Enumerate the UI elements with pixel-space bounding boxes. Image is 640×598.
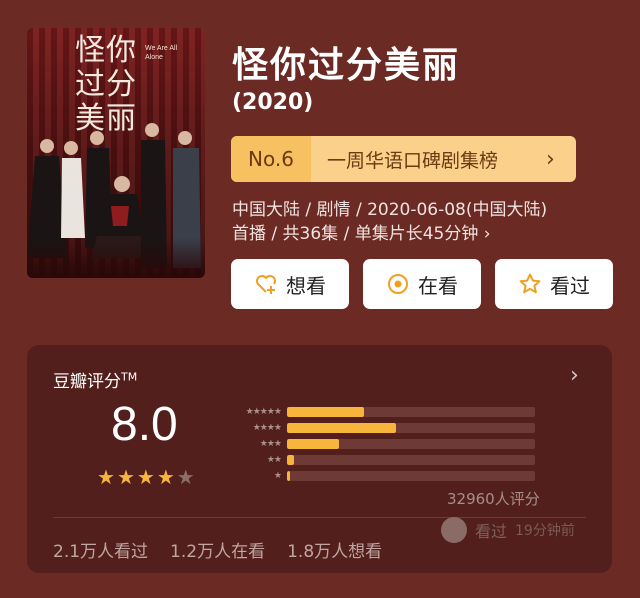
rating-bar-fill [287, 455, 295, 465]
rating-label: 豆瓣评分TM [53, 367, 137, 392]
show-meta[interactable]: 中国大陆 / 剧情 / 2020-06-08(中国大陆) 首播 / 共36集 /… [232, 198, 612, 246]
want-count[interactable]: 1.8万人想看 [287, 537, 382, 562]
target-icon [388, 274, 408, 294]
watching-label: 在看 [418, 273, 458, 298]
rating-bar-stars: ★★ [266, 455, 282, 465]
show-year: (2020) [232, 90, 314, 115]
ranking-badge[interactable]: No.6 一周华语口碑剧集榜 › [231, 136, 576, 182]
action-buttons: 想看 在看 看过 [231, 259, 613, 309]
want-to-watch-label: 想看 [286, 273, 326, 298]
rating-bar-stars: ★ [273, 471, 282, 481]
poster-image[interactable]: 怪你过分美丽 We Are All Alone [27, 28, 205, 278]
poster-subtitle: We Are All Alone [145, 45, 178, 61]
watched-button[interactable]: 看过 [495, 259, 613, 309]
ranking-number: No.6 [231, 136, 311, 182]
rating-bar-fill [287, 439, 340, 449]
rating-bar-stars: ★★★★ [252, 423, 282, 433]
rating-stars: ★ ★ ★ ★ ★ [97, 467, 195, 487]
rating-bar-row: ★★ [223, 452, 535, 468]
star-outline-icon [519, 273, 541, 294]
want-to-watch-button[interactable]: 想看 [231, 259, 349, 309]
show-title: 怪你过分美丽 [232, 45, 461, 86]
star-filled-icon: ★ [97, 465, 115, 489]
watched-label: 看过 [550, 273, 590, 298]
rating-bar-stars: ★★★★★ [245, 407, 282, 417]
ranking-list-name: 一周华语口碑剧集榜 [327, 149, 499, 172]
chevron-right-icon: › [546, 146, 555, 172]
recent-time: 19分钟前 [515, 523, 575, 539]
rating-bar-row: ★★★★ [223, 420, 535, 436]
rating-bar-stars: ★★★ [259, 439, 282, 449]
avatar [441, 517, 467, 543]
chevron-right-icon[interactable]: › [570, 363, 579, 388]
rating-bar-track [287, 407, 535, 417]
meta-line-1: 中国大陆 / 剧情 / 2020-06-08(中国大陆) [232, 200, 548, 220]
audience-stats: 2.1万人看过 1.2万人在看 1.8万人想看 [53, 537, 382, 562]
star-filled-icon: ★ [156, 465, 175, 489]
rating-bar-track [287, 455, 535, 465]
heart-plus-icon [256, 275, 276, 294]
rating-score: 8.0 [111, 398, 178, 451]
watched-count[interactable]: 2.1万人看过 [53, 537, 148, 562]
rating-bar-fill [287, 407, 364, 417]
rating-label-text: 豆瓣评分 [53, 372, 121, 392]
rating-bar-row: ★★★★★ [223, 404, 535, 420]
recent-action: 看过 [475, 522, 508, 541]
rating-bar-track [287, 439, 535, 449]
star-filled-icon: ★ [116, 465, 135, 489]
rating-bar-fill [287, 423, 397, 433]
star-filled-icon: ★ [136, 465, 155, 489]
rating-bar-row: ★★★ [223, 436, 535, 452]
rating-bar-row: ★ [223, 468, 535, 484]
watching-button[interactable]: 在看 [363, 259, 481, 309]
rating-bar-track [287, 471, 535, 481]
watching-count[interactable]: 1.2万人在看 [170, 537, 265, 562]
rating-trademark: TM [121, 370, 138, 384]
meta-line-2: 首播 / 共36集 / 单集片长45分钟 › [232, 224, 491, 244]
rating-bar-track [287, 423, 535, 433]
vote-count[interactable]: 32960人评分 [447, 488, 540, 509]
rating-distribution: ★★★★★ ★★★★ ★★★ ★★ ★ [223, 404, 535, 484]
rating-card[interactable]: 豆瓣评分TM › 8.0 ★ ★ ★ ★ ★ ★★★★★ ★★★★ ★★★ ★★ ★ 32960… [27, 345, 612, 573]
rating-bar-fill [287, 471, 290, 481]
recent-activity[interactable]: 看过 19分钟前 [441, 517, 575, 543]
poster-floor [27, 238, 205, 278]
star-empty-icon: ★ [176, 465, 195, 489]
